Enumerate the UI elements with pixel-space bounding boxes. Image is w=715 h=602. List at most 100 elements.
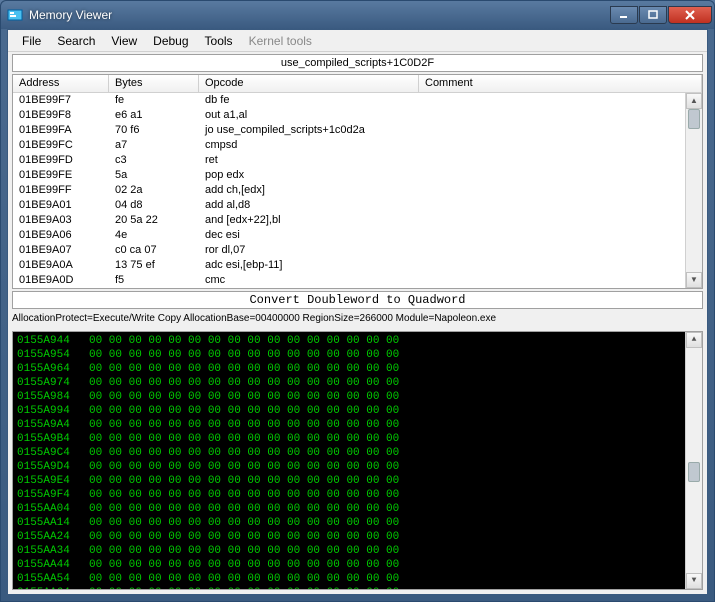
hex-row[interactable]: 0155A95400 00 00 00 00 00 00 00 00 00 00…	[17, 348, 698, 362]
disasm-row[interactable]: 01BE99FA70 f6jo use_compiled_scripts+1c0…	[13, 123, 702, 138]
hex-row[interactable]: 0155A97400 00 00 00 00 00 00 00 00 00 00…	[17, 376, 698, 390]
hex-bytes: 00 00 00 00 00 00 00 00 00 00 00 00 00 0…	[89, 349, 399, 361]
disasm-row[interactable]: 01BE99FF02 2aadd ch,[edx]	[13, 183, 702, 198]
hex-row[interactable]: 0155A9D400 00 00 00 00 00 00 00 00 00 00…	[17, 460, 698, 474]
col-address[interactable]: Address	[13, 75, 109, 92]
hex-row[interactable]: 0155A9F400 00 00 00 00 00 00 00 00 00 00…	[17, 488, 698, 502]
cell-bytes: e6 a1	[109, 108, 199, 123]
cell-bytes: 20 5a 22	[109, 213, 199, 228]
cell-address: 01BE99FC	[13, 138, 109, 153]
scroll-up-icon[interactable]: ▲	[686, 332, 702, 348]
col-opcode[interactable]: Opcode	[199, 75, 419, 92]
disasm-row[interactable]: 01BE9A0Df5cmc	[13, 273, 702, 288]
disasm-row[interactable]: 01BE9A0104 d8add al,d8	[13, 198, 702, 213]
maximize-button[interactable]	[639, 6, 667, 24]
menu-tools[interactable]: Tools	[197, 32, 241, 50]
titlebar[interactable]: Memory Viewer	[1, 1, 714, 29]
hex-bytes: 00 00 00 00 00 00 00 00 00 00 00 00 00 0…	[89, 461, 399, 473]
hex-bytes: 00 00 00 00 00 00 00 00 00 00 00 00 00 0…	[89, 363, 399, 375]
hex-row[interactable]: 0155A96400 00 00 00 00 00 00 00 00 00 00…	[17, 362, 698, 376]
disasm-row[interactable]: 01BE99F7fedb fe	[13, 93, 702, 108]
hex-bytes: 00 00 00 00 00 00 00 00 00 00 00 00 00 0…	[89, 405, 399, 417]
hex-row[interactable]: 0155A9C400 00 00 00 00 00 00 00 00 00 00…	[17, 446, 698, 460]
menu-search[interactable]: Search	[49, 32, 103, 50]
cell-address: 01BE99FE	[13, 168, 109, 183]
cell-bytes: 70 f6	[109, 123, 199, 138]
col-bytes[interactable]: Bytes	[109, 75, 199, 92]
menu-file[interactable]: File	[14, 32, 49, 50]
hex-bytes: 00 00 00 00 00 00 00 00 00 00 00 00 00 0…	[89, 531, 399, 543]
cell-address: 01BE99FA	[13, 123, 109, 138]
scroll-down-icon[interactable]: ▼	[686, 573, 702, 589]
menu-debug[interactable]: Debug	[145, 32, 196, 50]
hex-bytes: 00 00 00 00 00 00 00 00 00 00 00 00 00 0…	[89, 391, 399, 403]
hex-row[interactable]: 0155A94400 00 00 00 00 00 00 00 00 00 00…	[17, 334, 698, 348]
hex-address: 0155A9A4	[17, 418, 89, 432]
hex-row[interactable]: 0155AA4400 00 00 00 00 00 00 00 00 00 00…	[17, 558, 698, 572]
hex-address: 0155A9B4	[17, 432, 89, 446]
hex-row[interactable]: 0155AA3400 00 00 00 00 00 00 00 00 00 00…	[17, 544, 698, 558]
hex-row[interactable]: 0155AA6400 00 00 00 00 00 00 00 00 00 00…	[17, 586, 698, 590]
scroll-thumb[interactable]	[688, 109, 700, 129]
disasm-row[interactable]: 01BE99FDc3ret	[13, 153, 702, 168]
hex-address: 0155AA64	[17, 586, 89, 590]
cell-comment	[419, 243, 702, 258]
hex-row[interactable]: 0155AA2400 00 00 00 00 00 00 00 00 00 00…	[17, 530, 698, 544]
menu-view[interactable]: View	[103, 32, 145, 50]
disasm-row[interactable]: 01BE99FE5apop edx	[13, 168, 702, 183]
disasm-rows[interactable]: 01BE99F7fedb fe01BE99F8e6 a1out a1,al01B…	[13, 93, 702, 288]
cell-opcode: adc esi,[ebp-11]	[199, 258, 419, 273]
cell-bytes: c0 ca 07	[109, 243, 199, 258]
cell-opcode: out a1,al	[199, 108, 419, 123]
disasm-row[interactable]: 01BE9A0320 5a 22and [edx+22],bl	[13, 213, 702, 228]
cell-comment	[419, 213, 702, 228]
scroll-down-icon[interactable]: ▼	[686, 272, 702, 288]
cell-opcode: and [edx+22],bl	[199, 213, 419, 228]
cell-address: 01BE9A01	[13, 198, 109, 213]
hex-row[interactable]: 0155A9B400 00 00 00 00 00 00 00 00 00 00…	[17, 432, 698, 446]
hex-row[interactable]: 0155AA5400 00 00 00 00 00 00 00 00 00 00…	[17, 572, 698, 586]
hex-address: 0155A9D4	[17, 460, 89, 474]
disasm-header: Address Bytes Opcode Comment	[13, 75, 702, 93]
disasm-row[interactable]: 01BE9A07c0 ca 07ror dl,07	[13, 243, 702, 258]
disasm-scrollbar[interactable]: ▲ ▼	[685, 93, 702, 288]
cell-bytes: c3	[109, 153, 199, 168]
cell-comment	[419, 228, 702, 243]
window-title: Memory Viewer	[29, 8, 609, 22]
hex-row[interactable]: 0155A9E400 00 00 00 00 00 00 00 00 00 00…	[17, 474, 698, 488]
hex-bytes: 00 00 00 00 00 00 00 00 00 00 00 00 00 0…	[89, 587, 399, 590]
cell-address: 01BE99F7	[13, 93, 109, 108]
cell-address: 01BE9A03	[13, 213, 109, 228]
hex-bytes: 00 00 00 00 00 00 00 00 00 00 00 00 00 0…	[89, 573, 399, 585]
hex-address: 0155A984	[17, 390, 89, 404]
scroll-up-icon[interactable]: ▲	[686, 93, 702, 109]
disasm-row[interactable]: 01BE99F8e6 a1out a1,al	[13, 108, 702, 123]
hex-row[interactable]: 0155AA0400 00 00 00 00 00 00 00 00 00 00…	[17, 502, 698, 516]
disasm-row[interactable]: 01BE9A064edec esi	[13, 228, 702, 243]
scroll-thumb[interactable]	[688, 462, 700, 482]
hex-bytes: 00 00 00 00 00 00 00 00 00 00 00 00 00 0…	[89, 489, 399, 501]
instruction-description: Convert Doubleword to Quadword	[12, 291, 703, 309]
cell-bytes: 5a	[109, 168, 199, 183]
col-comment[interactable]: Comment	[419, 75, 702, 92]
hex-view[interactable]: 0155A94400 00 00 00 00 00 00 00 00 00 00…	[12, 331, 703, 590]
hex-bytes: 00 00 00 00 00 00 00 00 00 00 00 00 00 0…	[89, 545, 399, 557]
hex-scrollbar[interactable]: ▲ ▼	[685, 332, 702, 589]
hex-row[interactable]: 0155A99400 00 00 00 00 00 00 00 00 00 00…	[17, 404, 698, 418]
menu-kernel-tools: Kernel tools	[241, 32, 320, 50]
hex-row[interactable]: 0155A98400 00 00 00 00 00 00 00 00 00 00…	[17, 390, 698, 404]
hex-address: 0155A9F4	[17, 488, 89, 502]
disasm-row[interactable]: 01BE99FCa7cmpsd	[13, 138, 702, 153]
hex-row[interactable]: 0155A9A400 00 00 00 00 00 00 00 00 00 00…	[17, 418, 698, 432]
client-area: FileSearchViewDebugToolsKernel tools use…	[7, 29, 708, 595]
close-button[interactable]	[668, 6, 712, 24]
disasm-row[interactable]: 01BE9A0A13 75 efadc esi,[ebp-11]	[13, 258, 702, 273]
disassembly-panel: Address Bytes Opcode Comment 01BE99F7fed…	[12, 74, 703, 289]
cell-opcode: cmpsd	[199, 138, 419, 153]
hex-address: 0155A9E4	[17, 474, 89, 488]
hex-address: 0155AA44	[17, 558, 89, 572]
cell-opcode: dec esi	[199, 228, 419, 243]
minimize-button[interactable]	[610, 6, 638, 24]
location-bar[interactable]: use_compiled_scripts+1C0D2F	[12, 54, 703, 72]
hex-row[interactable]: 0155AA1400 00 00 00 00 00 00 00 00 00 00…	[17, 516, 698, 530]
